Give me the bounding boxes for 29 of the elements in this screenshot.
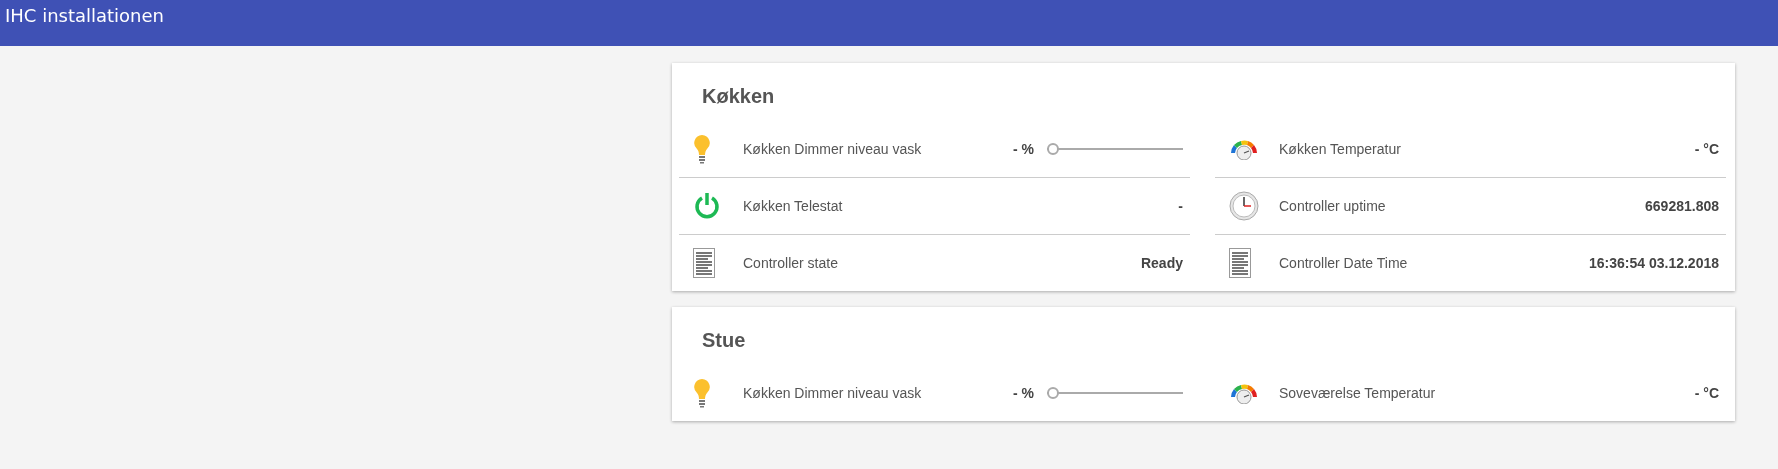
device-label: Køkken Temperatur bbox=[1279, 141, 1402, 157]
lightbulb-icon bbox=[693, 134, 711, 164]
app-title: IHC installationen bbox=[5, 5, 164, 26]
device-label: Køkken Telestat bbox=[743, 198, 844, 214]
device-label: Controller Date Time bbox=[1279, 255, 1409, 271]
slider-thumb[interactable] bbox=[1047, 387, 1059, 399]
thermometer-gauge-icon bbox=[1229, 382, 1259, 404]
device-label: Køkken Dimmer niveau vask bbox=[743, 385, 923, 401]
lightbulb-icon bbox=[693, 378, 711, 408]
thermometer-gauge-icon bbox=[1229, 138, 1259, 160]
device-value: - °C bbox=[1694, 385, 1719, 401]
device-value: - °C bbox=[1694, 141, 1719, 157]
device-label: Køkken Dimmer niveau vask bbox=[743, 141, 923, 157]
document-icon bbox=[1229, 248, 1251, 278]
device-value: - % bbox=[1013, 141, 1034, 157]
power-icon bbox=[693, 192, 721, 220]
device-value: 669281.808 bbox=[1645, 198, 1719, 214]
device-value: - bbox=[1178, 198, 1183, 214]
device-value: 16:36:54 03.12.2018 bbox=[1589, 255, 1719, 271]
room-title: Stue bbox=[701, 328, 747, 353]
device-label: Controller uptime bbox=[1279, 198, 1387, 214]
document-icon bbox=[693, 248, 715, 278]
room-title: Køkken bbox=[701, 84, 776, 109]
device-value: - % bbox=[1013, 385, 1034, 401]
slider-thumb[interactable] bbox=[1047, 143, 1059, 155]
device-label: Soveværelse Temperatur bbox=[1279, 385, 1437, 401]
device-value: Ready bbox=[1140, 255, 1183, 271]
clock-icon bbox=[1229, 191, 1259, 221]
device-label: Controller state bbox=[743, 255, 839, 271]
